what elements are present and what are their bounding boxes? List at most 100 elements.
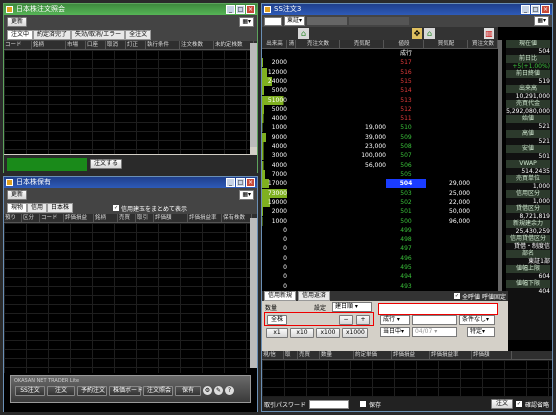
column-header[interactable]: 市場 — [66, 41, 86, 49]
column-header[interactable]: 売買 — [298, 351, 320, 359]
column-header[interactable]: 預り — [4, 214, 22, 222]
order-book-row[interactable]: 73000 503 25,000 — [262, 188, 496, 198]
tab-cash[interactable]: 現物 — [7, 203, 28, 213]
price-cell[interactable]: 507 — [386, 151, 426, 160]
ss-title-bar[interactable]: SS注文3 _ □ × — [262, 4, 552, 15]
column-header[interactable]: 評価損益率 — [430, 351, 472, 359]
price-type-select[interactable]: 成行 ▾ — [380, 315, 410, 325]
order-book-row[interactable]: 1000 19,000 510 — [262, 123, 496, 133]
tab-executed[interactable]: 約定済完了 — [33, 30, 72, 40]
market-select[interactable]: 東証▾ — [284, 16, 306, 26]
order-book-row[interactable]: 4000 56,000 506 — [262, 160, 496, 170]
plus-button[interactable]: + — [356, 315, 370, 325]
price-cell[interactable]: 499 — [386, 226, 426, 235]
checkbox[interactable]: ✓ — [113, 205, 120, 211]
order-book-row[interactable]: 0 497 — [262, 244, 496, 253]
edit-icon[interactable]: ✎ — [214, 386, 223, 395]
all-ticks-toggle[interactable]: ✓ 全呼値 — [453, 292, 480, 301]
tab-margin[interactable]: 信用 — [27, 203, 48, 213]
price-cell[interactable]: 505 — [386, 170, 426, 179]
holdings-layout-select[interactable]: ▦▾ — [239, 190, 254, 200]
buy-qty-cell[interactable]: 96,000 — [426, 217, 470, 226]
price-cell[interactable]: 515 — [386, 77, 426, 86]
scrollbar[interactable] — [250, 43, 257, 147]
minimize-icon[interactable]: _ — [226, 178, 235, 187]
sell-qty-cell[interactable]: 19,000 — [342, 123, 386, 132]
price-cell[interactable]: 517 — [386, 58, 426, 67]
price-cell[interactable]: 496 — [386, 254, 426, 263]
order-book-row[interactable]: 2000 501 50,000 — [262, 207, 496, 217]
column-header[interactable]: 評価損益率 — [188, 214, 222, 222]
order-book-row[interactable]: 0 495 — [262, 263, 496, 272]
column-header[interactable]: 保有株数 — [222, 214, 252, 222]
price-cell[interactable]: 501 — [386, 207, 426, 216]
place-order-button[interactable]: 注文する — [90, 159, 123, 169]
price-cell[interactable]: 成行 — [386, 49, 426, 58]
save-checkbox[interactable] — [360, 401, 367, 407]
margin-combine-toggle[interactable]: ✓ 信用建玉をまとめて表示 — [113, 204, 187, 213]
order-book-row[interactable]: 19000 502 22,000 — [262, 197, 496, 207]
password-input[interactable] — [309, 399, 350, 409]
price-cell[interactable]: 513 — [386, 96, 426, 105]
order-book-row[interactable]: 4000 511 — [262, 114, 496, 124]
price-cell[interactable]: 503 — [386, 189, 426, 198]
orders-layout-select[interactable]: ▦▾ — [239, 17, 254, 27]
buy-qty-cell[interactable]: 25,000 — [426, 189, 470, 198]
price-cell[interactable]: 510 — [386, 123, 426, 132]
column-header[interactable]: 取消 — [106, 41, 126, 49]
tab-ordering[interactable]: 注文中 — [7, 30, 34, 40]
trash-icon[interactable]: ▥ — [484, 28, 494, 39]
order-book-row[interactable]: 5000 512 — [262, 104, 496, 114]
date-select[interactable]: 04/07 ▾ — [412, 327, 457, 337]
order-book-row[interactable]: 24000 515 — [262, 76, 496, 86]
close-icon[interactable]: × — [246, 178, 255, 187]
column-header[interactable]: 評価損益 — [392, 351, 430, 359]
column-header[interactable]: コード — [4, 41, 32, 49]
minus-button[interactable]: − — [339, 315, 353, 325]
close-icon[interactable]: × — [541, 5, 550, 14]
buy-qty-cell[interactable]: 29,000 — [426, 179, 470, 188]
maximize-icon[interactable]: □ — [236, 178, 245, 187]
order-book-row[interactable]: 17000 504 29,000 — [262, 179, 496, 189]
price-cell[interactable]: 509 — [386, 133, 426, 142]
maximize-icon[interactable]: □ — [236, 5, 245, 14]
column-header[interactable]: 銘柄 — [94, 214, 118, 222]
orders-title-bar[interactable]: 日本株注文照会 _ □ × — [4, 4, 257, 15]
price-cell[interactable]: 498 — [386, 235, 426, 244]
column-header[interactable]: 約定単価 — [354, 351, 392, 359]
maximize-icon[interactable]: □ — [531, 5, 540, 14]
price-cell[interactable]: 512 — [386, 105, 426, 114]
orders-table-body[interactable] — [4, 50, 250, 154]
account-select[interactable]: 特定▾ — [467, 327, 495, 337]
order-book-row[interactable]: 0 499 — [262, 226, 496, 235]
positions-table-body[interactable] — [262, 360, 552, 397]
settings-icon[interactable]: ⚙ — [203, 386, 212, 395]
order-book-row[interactable]: 9000 39,000 509 — [262, 132, 496, 142]
price-cell[interactable]: 516 — [386, 68, 426, 77]
launcher-order-inquiry-button[interactable]: 注文照会 — [143, 386, 173, 396]
price-cell[interactable]: 493 — [386, 282, 426, 291]
move-icon[interactable]: ✥ — [412, 28, 422, 39]
tab-expired[interactable]: 失効/取消/エラー — [71, 30, 126, 40]
help-icon[interactable]: ? — [225, 386, 234, 395]
home-icon[interactable]: ⌂ — [298, 28, 309, 39]
column-header[interactable]: 執行条件 — [146, 41, 180, 49]
price-cell[interactable]: 495 — [386, 263, 426, 272]
buy-qty-cell[interactable]: 50,000 — [426, 207, 470, 216]
order-book-row[interactable]: 7000 505 — [262, 170, 496, 179]
launcher-ss-order-button[interactable]: SS注文 — [15, 386, 45, 396]
column-header[interactable]: 未約定株数 — [214, 41, 254, 49]
confirm-skip-checkbox[interactable]: ✓ — [515, 401, 522, 407]
submit-order-button[interactable]: 注文 — [490, 399, 513, 409]
column-header[interactable]: 評価額 — [154, 214, 188, 222]
price-input[interactable] — [412, 315, 457, 325]
ss-layout-select[interactable]: ▦▾ — [534, 16, 549, 26]
holdings-table-body[interactable] — [4, 223, 250, 373]
launcher-order-button[interactable]: 注文 — [47, 386, 75, 396]
column-header[interactable]: 訂正 — [126, 41, 146, 49]
scrollbar[interactable] — [250, 218, 257, 368]
symbol-code-input[interactable] — [264, 16, 282, 26]
column-header[interactable]: 注文株数 — [180, 41, 214, 49]
order-book-row[interactable]: 0 498 — [262, 235, 496, 244]
x10-button[interactable]: x10 — [290, 328, 314, 338]
